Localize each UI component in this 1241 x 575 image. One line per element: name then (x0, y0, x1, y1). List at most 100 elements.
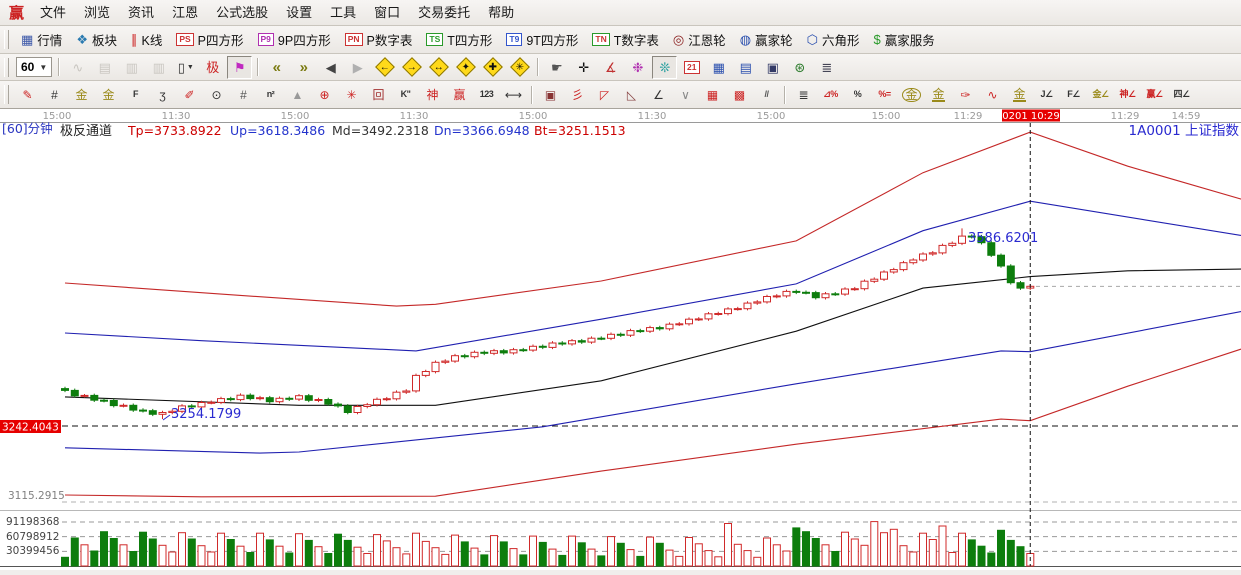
gold-grid-a-button[interactable]: 金 (69, 83, 94, 106)
number-grid-button[interactable]: 123 (474, 83, 499, 106)
compare-9-button[interactable]: ▥ (146, 56, 171, 79)
window-tool-button[interactable]: ▣ (538, 83, 563, 106)
toolbar-item-t-square[interactable]: TST四方形 (419, 30, 499, 49)
k-note-button[interactable]: K" (393, 83, 418, 106)
expand-horizontal-button[interactable]: ↔ (426, 56, 451, 79)
v-lines-button[interactable]: ∨ (673, 83, 698, 106)
n2-grid-button[interactable]: n² (258, 83, 283, 106)
menu-item-10[interactable]: 帮助 (479, 0, 523, 25)
menu-item-7[interactable]: 工具 (321, 0, 365, 25)
prev-bar-button[interactable]: ◀ (318, 56, 343, 79)
print-button[interactable]: ≣ (814, 56, 839, 79)
notes-button[interactable]: ▤ (733, 56, 758, 79)
angle-tool-button[interactable]: ∡ (598, 56, 623, 79)
wave-tool-button[interactable]: ∿ (980, 83, 1005, 106)
candle-style-button[interactable]: ▯▼ (173, 56, 198, 79)
network-button[interactable]: ⊛ (787, 56, 812, 79)
smart-analysis-button[interactable]: ❊ (652, 56, 677, 79)
gold-angle-button[interactable]: 金∠ (1088, 83, 1113, 106)
compress-horizontal-button[interactable]: ✦ (453, 56, 478, 79)
pan-left-button[interactable]: ← (372, 56, 397, 79)
arc-tool-button[interactable]: ʒ (150, 83, 175, 106)
toolbar-item-winner-service[interactable]: $赢家服务 (866, 30, 941, 49)
ying-grid-button[interactable]: 赢 (447, 83, 472, 106)
overview-button[interactable]: ∿ (65, 56, 90, 79)
hand-tool-button[interactable]: ☛ (544, 56, 569, 79)
brush-tool-button[interactable]: ✎ (15, 83, 40, 106)
ray-fan-button[interactable]: 彡 (565, 83, 590, 106)
last-bar-button[interactable]: » (291, 56, 316, 79)
f-grid-button[interactable]: F (123, 83, 148, 106)
circle-cross-button[interactable]: ⊕ (312, 83, 337, 106)
toolbar-item-quotes[interactable]: ▦行情 (14, 30, 69, 49)
first-bar-button[interactable]: « (264, 56, 289, 79)
four-angle-button[interactable]: 四∠ (1169, 83, 1194, 106)
toolbar-item-p-square[interactable]: PSP四方形 (169, 30, 250, 49)
zoom-all-button[interactable]: ✳ (507, 56, 532, 79)
volume-bar (978, 546, 985, 566)
gold-grid-b-button[interactable]: 金 (96, 83, 121, 106)
indicator-flag-button[interactable]: ⚑ (227, 56, 252, 79)
menu-item-5[interactable]: 公式选股 (207, 0, 277, 25)
percent-levels-button[interactable]: %= (872, 83, 897, 106)
chart-canvas[interactable]: 15:0011:3015:0011:3015:0011:3015:0015:00… (0, 109, 1241, 570)
cone-tool-button[interactable]: ▲ (285, 83, 310, 106)
pan-right-button[interactable]: → (399, 56, 424, 79)
ray-star-button[interactable]: ✳ (339, 83, 364, 106)
menu-item-4[interactable]: 江恩 (163, 0, 207, 25)
ying-angle-button[interactable]: 赢∠ (1142, 83, 1167, 106)
compare-3-button[interactable]: ▥ (119, 56, 144, 79)
scale-levels-button[interactable]: ≣ (791, 83, 816, 106)
toolbar-item-9p-square[interactable]: P99P四方形 (251, 30, 338, 49)
angle-lines-button[interactable]: ∠ (646, 83, 671, 106)
red-grid-b-button[interactable]: ▩ (727, 83, 752, 106)
calendar-button[interactable]: 21 (679, 56, 704, 79)
menu-item-8[interactable]: 窗口 (365, 0, 409, 25)
toolbar-item-winner-wheel[interactable]: ◍赢家轮 (733, 30, 800, 49)
toolbar-item-t-number-table[interactable]: TNT数字表 (585, 30, 665, 49)
channel-line-md (65, 269, 1241, 405)
gold-circle-button[interactable]: 金 (899, 83, 924, 106)
pen-tool-button[interactable]: ✐ (177, 83, 202, 106)
red-grid-a-button[interactable]: ▦ (700, 83, 725, 106)
gold-line-button[interactable]: 金 (1007, 83, 1032, 106)
next-bar-button[interactable]: ▶ (345, 56, 370, 79)
shen-angle-button[interactable]: 神∠ (1115, 83, 1140, 106)
hash-grid-button[interactable]: # (42, 83, 67, 106)
menu-item-3[interactable]: 资讯 (119, 0, 163, 25)
fan-box-button[interactable]: ◺ (619, 83, 644, 106)
save-button[interactable]: ▣ (760, 56, 785, 79)
menu-item-1[interactable]: 文件 (31, 0, 75, 25)
volume-bar (842, 532, 849, 566)
toolbar-item-kline[interactable]: ∥K线 (124, 30, 169, 49)
fan-ltri-button[interactable]: ◸ (592, 83, 617, 106)
menu-item-6[interactable]: 设置 (277, 0, 321, 25)
period-select[interactable]: 60▼ (16, 57, 52, 77)
toolbar-item-9t-square[interactable]: T99T四方形 (499, 30, 585, 49)
toolbar-item-p-number-table[interactable]: PNP数字表 (338, 30, 420, 49)
parallel-lines-button[interactable]: // (754, 83, 779, 106)
f-angle-button[interactable]: F∠ (1061, 83, 1086, 106)
dense-grid-button[interactable]: # (231, 83, 256, 106)
indicator-name[interactable]: 极反通道 (60, 124, 112, 139)
shen-grid-button[interactable]: 神 (420, 83, 445, 106)
j-angle-button[interactable]: J∠ (1034, 83, 1059, 106)
toolbar-item-sectors[interactable]: ❖板块 (69, 30, 124, 49)
report-button[interactable]: ▤ (92, 56, 117, 79)
square-spiral-button[interactable]: 回 (366, 83, 391, 106)
percent-triangle-button[interactable]: ⊿% (818, 83, 843, 106)
crosshair-tool-button[interactable]: ✛ (571, 56, 596, 79)
jifan-channel-button[interactable]: 极 (200, 56, 225, 79)
width-measure-button[interactable]: ⟷ (501, 83, 526, 106)
gold-levels-button[interactable]: 金 (926, 83, 951, 106)
percent-button[interactable]: % (845, 83, 870, 106)
time-cycle-button[interactable]: ⊙ (204, 83, 229, 106)
zoom-in-button[interactable]: ✚ (480, 56, 505, 79)
menu-item-9[interactable]: 交易委托 (409, 0, 479, 25)
toolbar-item-hexagon[interactable]: ⬡六角形 (800, 30, 867, 49)
menu-item-2[interactable]: 浏览 (75, 0, 119, 25)
gann-shape-tool-button[interactable]: ❉ (625, 56, 650, 79)
trend-pen-button[interactable]: ✑ (953, 83, 978, 106)
toolbar-item-gann-wheel[interactable]: ◎江恩轮 (666, 30, 733, 49)
calculator-button[interactable]: ▦ (706, 56, 731, 79)
